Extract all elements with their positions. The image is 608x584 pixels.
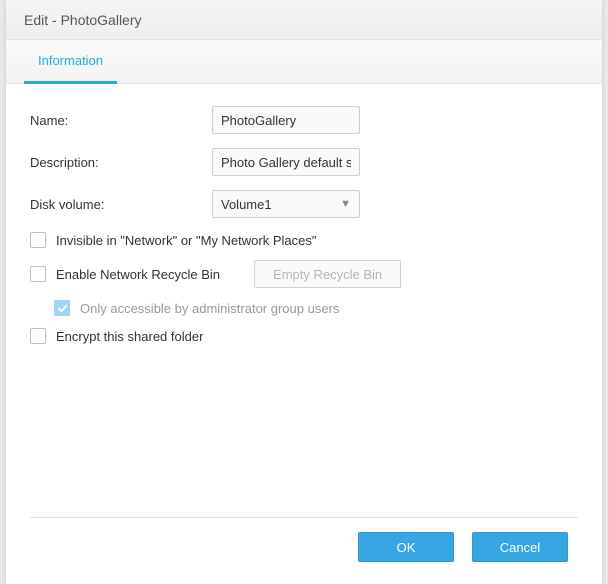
disk-volume-select[interactable]: Volume1 ▼ — [212, 190, 360, 218]
dialog-title: Edit - PhotoGallery — [24, 12, 142, 28]
admin-only-checkbox — [54, 300, 70, 316]
recycle-checkbox[interactable] — [30, 266, 46, 282]
row-disk-volume: Disk volume: Volume1 ▼ — [30, 190, 578, 218]
disk-volume-label: Disk volume: — [30, 197, 212, 212]
row-admin-only: Only accessible by administrator group u… — [30, 300, 578, 316]
footer-separator — [30, 517, 578, 518]
dialog-footer: OK Cancel — [30, 532, 578, 584]
name-label: Name: — [30, 113, 212, 128]
tab-information[interactable]: Information — [24, 40, 117, 84]
recycle-label: Enable Network Recycle Bin — [56, 267, 220, 282]
dialog-titlebar: Edit - PhotoGallery — [6, 0, 602, 40]
edit-share-dialog: Edit - PhotoGallery Information Name: De… — [6, 0, 602, 584]
description-input[interactable] — [212, 148, 360, 176]
row-recycle: Enable Network Recycle Bin Empty Recycle… — [30, 260, 578, 288]
tab-label: Information — [38, 53, 103, 68]
check-icon — [57, 303, 68, 314]
ok-button[interactable]: OK — [358, 532, 454, 562]
name-input[interactable] — [212, 106, 360, 134]
empty-recycle-button: Empty Recycle Bin — [254, 260, 401, 288]
chevron-down-icon: ▼ — [340, 198, 351, 210]
encrypt-checkbox[interactable] — [30, 328, 46, 344]
admin-only-label: Only accessible by administrator group u… — [80, 301, 339, 316]
row-name: Name: — [30, 106, 578, 134]
dialog-body: Name: Description: Disk volume: Volume1 … — [6, 84, 602, 584]
invisible-label: Invisible in "Network" or "My Network Pl… — [56, 233, 316, 248]
spacer — [30, 356, 578, 517]
invisible-checkbox[interactable] — [30, 232, 46, 248]
disk-volume-value: Volume1 — [221, 197, 272, 212]
encrypt-label: Encrypt this shared folder — [56, 329, 203, 344]
row-description: Description: — [30, 148, 578, 176]
row-encrypt: Encrypt this shared folder — [30, 328, 578, 344]
cancel-button[interactable]: Cancel — [472, 532, 568, 562]
row-invisible: Invisible in "Network" or "My Network Pl… — [30, 232, 578, 248]
description-label: Description: — [30, 155, 212, 170]
tab-bar: Information — [6, 40, 602, 84]
